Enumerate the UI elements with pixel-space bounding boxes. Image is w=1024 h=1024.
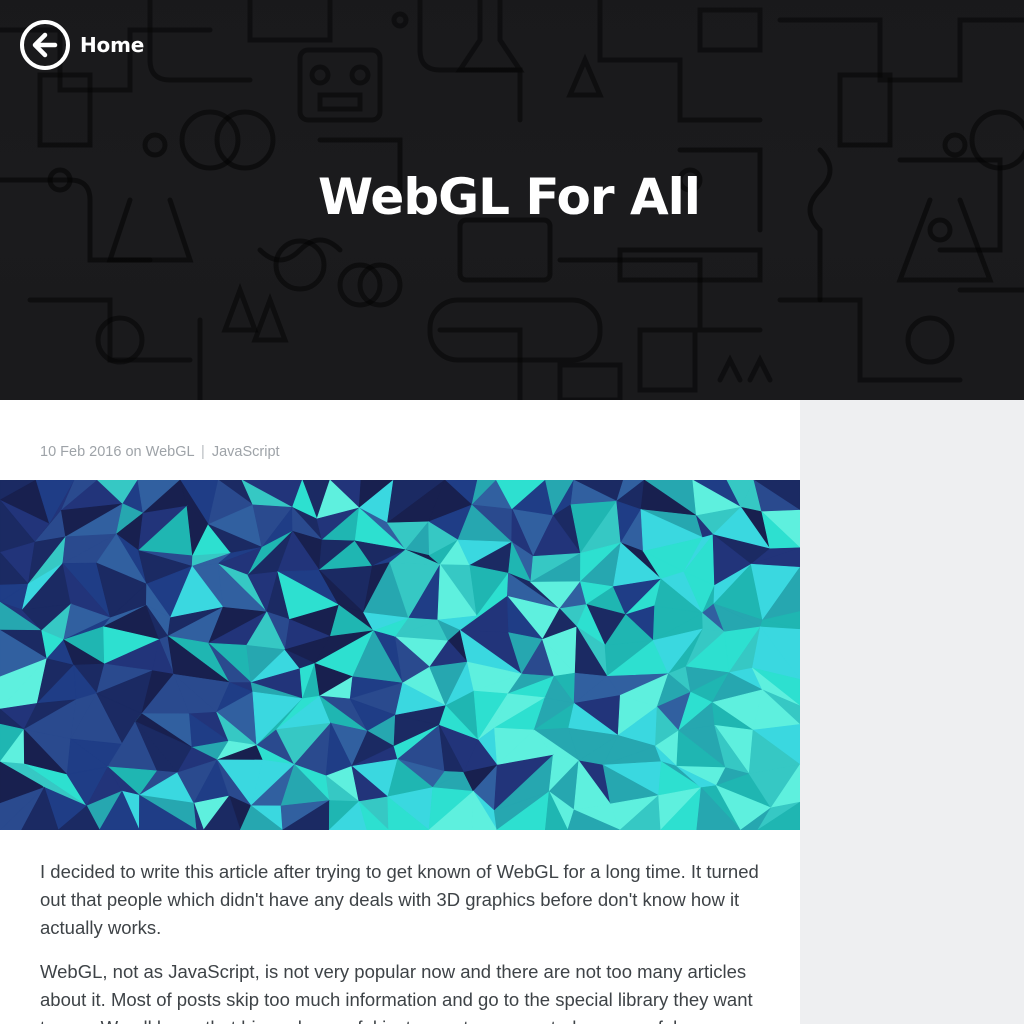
post-meta: 10 Feb 2016 on WebGL | JavaScript [40,444,280,460]
tag-link-webgl[interactable]: WebGL [146,444,194,460]
tag-link-javascript[interactable]: JavaScript [212,444,280,460]
cover-image [0,480,800,830]
article: 10 Feb 2016 on WebGL | JavaScript I deci… [0,400,800,1024]
home-label: Home [80,33,145,57]
post-header: Home WebGL For All [0,0,1024,400]
paragraph: WebGL, not as JavaScript, is not very po… [40,961,753,1024]
paragraph: I decided to write this article after tr… [40,861,759,938]
post-date: 10 Feb 2016 [40,444,122,460]
post-content: I decided to write this article after tr… [40,858,765,1024]
arrow-left-circle-icon [20,20,70,70]
tag-separator: | [201,444,205,460]
post-title: WebGL For All [318,168,701,226]
home-link[interactable]: Home [20,20,144,70]
sidebar [800,400,1024,1024]
post-meta-on: on [125,444,142,460]
low-poly-cover-art [0,480,800,830]
